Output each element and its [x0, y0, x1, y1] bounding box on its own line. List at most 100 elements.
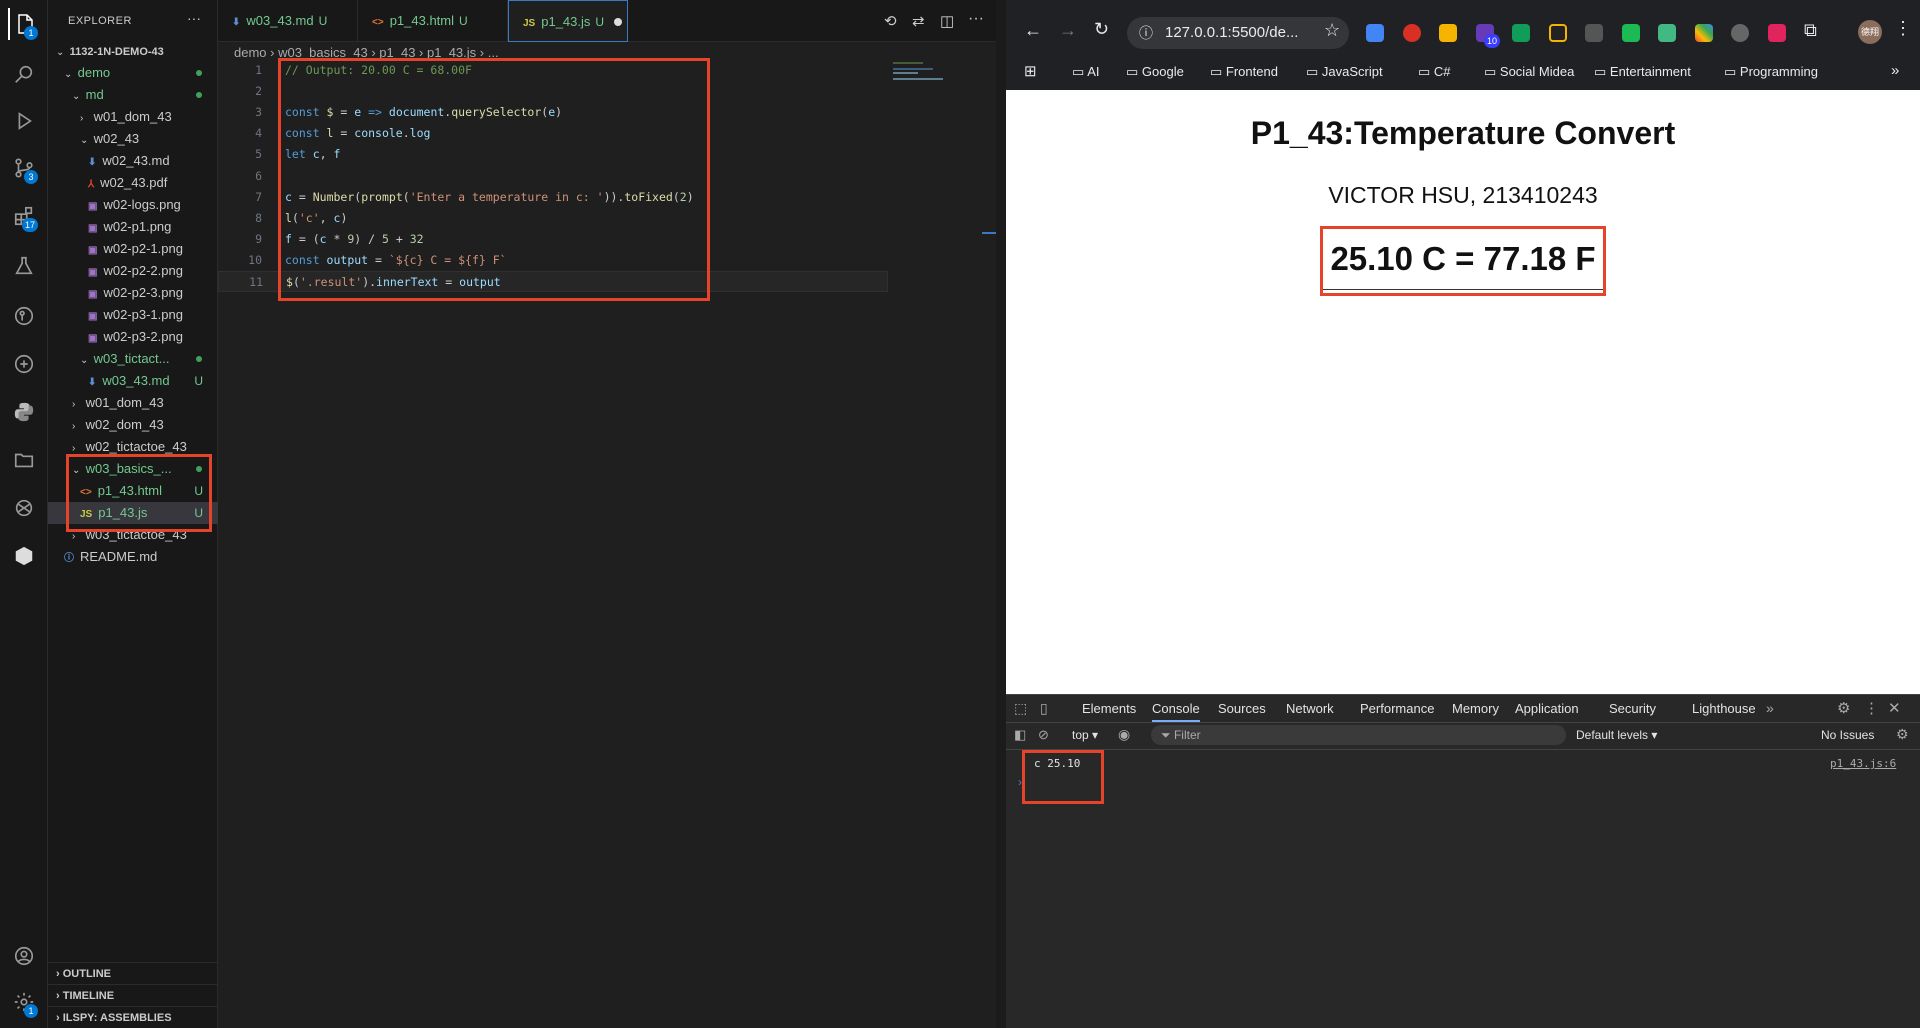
account-icon[interactable] — [8, 940, 40, 972]
devtools-tab[interactable]: Elements — [1082, 701, 1136, 716]
devtools-settings-icon[interactable]: ⚙ — [1837, 699, 1850, 717]
tree-item[interactable]: ▣ w02-p3-2.png — [48, 326, 218, 348]
tree-item[interactable]: ⌄ demo — [48, 62, 218, 84]
chrome-menu-icon[interactable]: ⋮ — [1894, 18, 1912, 39]
move-extension-icon[interactable] — [1585, 24, 1603, 42]
explorer-files-icon[interactable]: 1 — [8, 8, 40, 40]
more-actions-icon[interactable]: ··· — [187, 10, 201, 26]
notes-extension-icon[interactable] — [1439, 24, 1457, 42]
devtools-tab[interactable]: Memory — [1452, 701, 1499, 716]
devtools-menu-icon[interactable]: ⋮ — [1864, 699, 1879, 717]
bookmark-folder[interactable]: ▭ Programming — [1724, 64, 1818, 80]
log-levels-select[interactable]: Default levels ▾ — [1576, 728, 1657, 742]
devtools-more-tabs-icon[interactable]: » — [1766, 700, 1774, 716]
devtools-tab[interactable]: Sources — [1218, 701, 1266, 716]
timeline-icon[interactable]: ⟲ — [884, 12, 897, 30]
devtools-tab[interactable]: Network — [1286, 701, 1334, 716]
git-graph-icon[interactable] — [8, 300, 40, 332]
editor-tab[interactable]: JS p1_43.js U — [508, 0, 628, 42]
bookmark-folder[interactable]: ▭ Social Midea — [1484, 64, 1574, 80]
apps-grid-icon[interactable]: ⊞ — [1024, 62, 1037, 80]
live-expression-eye-icon[interactable]: ◉ — [1118, 726, 1130, 743]
red-extension-icon[interactable] — [1768, 24, 1786, 42]
settings-gear-icon[interactable]: 1 — [8, 986, 40, 1018]
tree-item[interactable]: ⌄ w02_43 — [48, 128, 218, 150]
bookmark-folder[interactable]: ▭ AI — [1072, 64, 1099, 80]
forward-icon[interactable]: → — [1059, 20, 1077, 41]
devtools-close-icon[interactable]: ✕ — [1888, 699, 1901, 717]
devtools-tab[interactable]: Application — [1515, 701, 1579, 716]
extensions-icon[interactable]: 17 — [8, 200, 40, 232]
reload-icon[interactable]: ↻ — [1094, 19, 1109, 40]
split-editor-icon[interactable]: ◫ — [940, 12, 954, 30]
tree-item[interactable]: ⌄ 1132-1N-DEMO-43 — [48, 40, 218, 62]
explorer-section-header[interactable]: › TIMELINE — [48, 984, 218, 1006]
bookmarks-overflow-icon[interactable]: » — [1891, 62, 1899, 79]
extensions-puzzle-icon[interactable]: ⧉ — [1804, 20, 1817, 41]
editor-tab[interactable]: ⬇ w03_43.md U — [218, 0, 358, 42]
site-info-icon[interactable]: ⓘ — [1139, 17, 1153, 49]
green-extension-icon[interactable] — [1622, 24, 1640, 42]
breadcrumb-item[interactable]: demo — [234, 45, 267, 60]
back-icon[interactable]: ← — [1024, 20, 1042, 41]
devtools-tab[interactable]: Security — [1609, 701, 1656, 716]
editor-tab[interactable]: <> p1_43.html U — [358, 0, 508, 42]
remote-explorer-icon[interactable] — [8, 348, 40, 380]
issues-counter[interactable]: No Issues — [1821, 728, 1874, 742]
tree-item[interactable]: ⬇ w03_43.md U — [48, 370, 218, 392]
translate-extension-icon[interactable] — [1366, 24, 1384, 42]
adblock-extension-icon[interactable] — [1403, 24, 1421, 42]
folder-icon[interactable] — [8, 444, 40, 476]
profile-avatar[interactable]: 德翔 — [1858, 20, 1882, 44]
sheets-extension-icon[interactable] — [1512, 24, 1530, 42]
search-icon[interactable] — [8, 58, 40, 90]
explorer-section-header[interactable]: › OUTLINE — [48, 962, 218, 984]
explorer-section-header[interactable]: › ILSPY: ASSEMBLIES — [48, 1006, 218, 1028]
bug-extension-icon[interactable] — [1731, 24, 1749, 42]
devtools-tab[interactable]: Console — [1152, 701, 1200, 722]
testing-flask-icon[interactable] — [8, 250, 40, 282]
devtools-tab[interactable]: Performance — [1360, 701, 1434, 716]
console-log-source-link[interactable]: p1_43.js:6 — [1830, 757, 1896, 770]
tree-item[interactable]: ▣ w02-p3-1.png — [48, 304, 218, 326]
sidebar-toggle-icon[interactable]: ◧ — [1014, 727, 1026, 743]
tree-item[interactable]: ▣ w02-p1.png — [48, 216, 218, 238]
devtools-tab[interactable]: Lighthouse — [1692, 701, 1756, 716]
run-debug-icon[interactable] — [8, 105, 40, 137]
bookmark-folder[interactable]: ▭ C# — [1418, 64, 1451, 80]
context-select[interactable]: top ▾ — [1072, 728, 1098, 742]
extension-badge-icon[interactable]: 10 — [1476, 24, 1500, 48]
vue-devtools-icon[interactable] — [1658, 24, 1676, 42]
tree-item[interactable]: ⬇ w02_43.md — [48, 150, 218, 172]
tree-item[interactable]: ▣ w02-logs.png — [48, 194, 218, 216]
device-toolbar-icon[interactable]: ▯ — [1040, 700, 1048, 717]
tree-item[interactable]: ▣ w02-p2-2.png — [48, 260, 218, 282]
clear-console-icon[interactable]: ⊘ — [1038, 727, 1049, 743]
editor-more-icon[interactable]: ··· — [968, 10, 984, 28]
tree-item[interactable]: › w01_dom_43 — [48, 392, 218, 414]
bookmark-folder[interactable]: ▭ Google — [1126, 64, 1184, 80]
tree-item[interactable]: ▣ w02-p2-1.png — [48, 238, 218, 260]
bookmark-folder[interactable]: ▭ JavaScript — [1306, 64, 1383, 80]
source-control-icon[interactable]: 3 — [8, 152, 40, 184]
compare-icon[interactable]: ⇄ — [912, 12, 925, 30]
minimap[interactable] — [893, 60, 953, 88]
tree-item[interactable]: ⅄ w02_43.pdf — [48, 172, 218, 194]
hexagon-icon[interactable] — [8, 540, 40, 572]
tree-item[interactable]: ⌄ w03_tictact... — [48, 348, 218, 370]
address-bar[interactable]: ⓘ 127.0.0.1:5500/de... — [1127, 17, 1349, 49]
docker-icon[interactable] — [8, 492, 40, 524]
tree-item[interactable]: › w02_dom_43 — [48, 414, 218, 436]
tree-item[interactable]: ⓘ README.md — [48, 546, 218, 568]
color-extension-icon[interactable] — [1695, 24, 1713, 42]
tree-item[interactable]: › w01_dom_43 — [48, 106, 218, 128]
bookmark-star-icon[interactable]: ☆ — [1324, 20, 1340, 41]
unsaved-dot-icon[interactable] — [614, 18, 623, 26]
bookmark-folder[interactable]: ▭ Frontend — [1210, 64, 1278, 80]
tree-item[interactable]: ⌄ md — [48, 84, 218, 106]
n-extension-icon[interactable] — [1549, 24, 1567, 42]
inspect-element-icon[interactable]: ⬚ — [1014, 700, 1027, 717]
console-filter-input[interactable]: ⏷ Filter — [1151, 725, 1566, 745]
bookmark-folder[interactable]: ▭ Entertainment — [1594, 64, 1691, 80]
tree-item[interactable]: ▣ w02-p2-3.png — [48, 282, 218, 304]
